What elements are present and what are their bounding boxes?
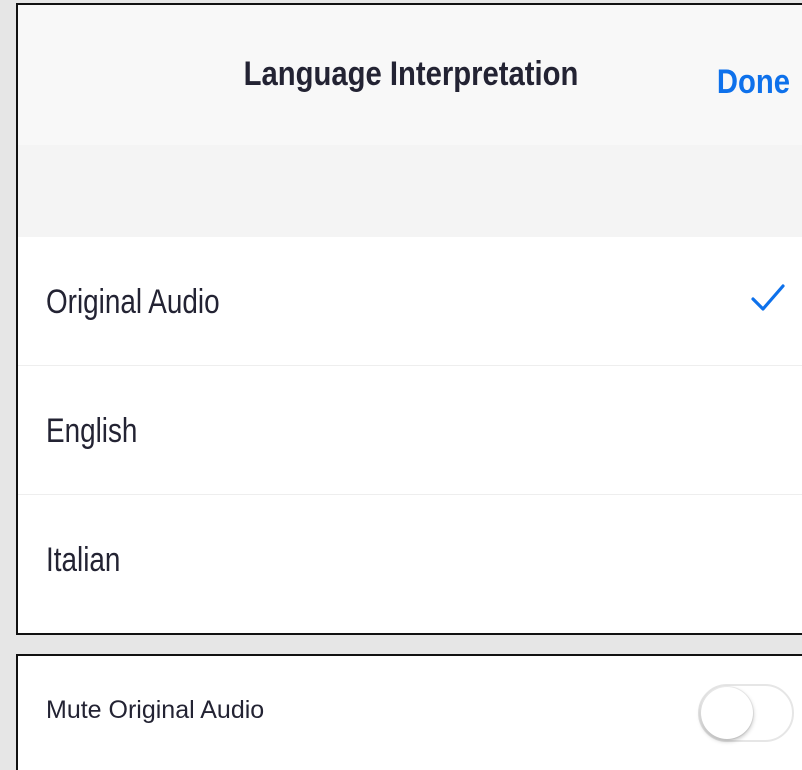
- page-title: Language Interpretation: [243, 55, 579, 93]
- toggle-knob: [701, 687, 753, 739]
- language-option-label: English: [46, 412, 138, 450]
- header-bar: Language Interpretation Done: [18, 5, 802, 146]
- language-option-italian[interactable]: Italian: [18, 495, 802, 623]
- language-option-label: Italian: [46, 541, 121, 579]
- language-option-label: Original Audio: [46, 283, 220, 321]
- language-list: Original Audio English Italian: [18, 237, 802, 633]
- checkmark-icon: [750, 283, 786, 313]
- section-spacer: [18, 145, 802, 237]
- mute-original-audio-toggle[interactable]: [698, 684, 794, 742]
- mute-original-audio-label: Mute Original Audio: [46, 696, 265, 724]
- done-button[interactable]: Done: [717, 63, 790, 102]
- language-option-english[interactable]: English: [18, 366, 802, 495]
- interpretation-panel: Language Interpretation Done Original Au…: [16, 3, 802, 635]
- mute-original-audio-row: Mute Original Audio: [16, 654, 802, 770]
- language-option-original-audio[interactable]: Original Audio: [18, 237, 802, 366]
